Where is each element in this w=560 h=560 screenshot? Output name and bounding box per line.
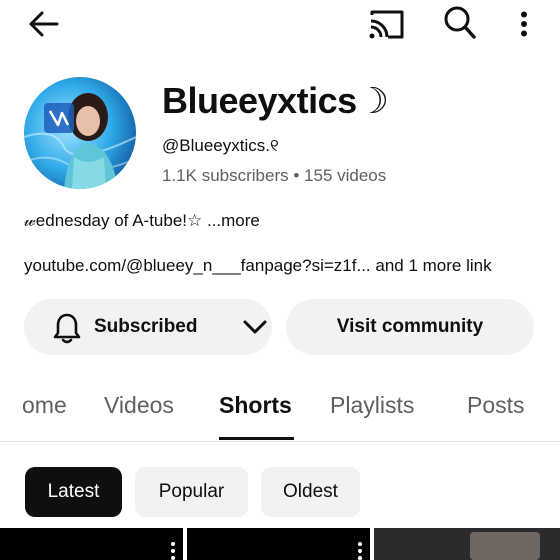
- subscribed-button[interactable]: Subscribed: [24, 299, 272, 355]
- tabs-divider: [0, 441, 560, 442]
- visit-community-button[interactable]: Visit community: [286, 299, 534, 355]
- channel-avatar[interactable]: [24, 77, 136, 189]
- stats-separator: •: [288, 166, 305, 185]
- active-tab-indicator: [219, 437, 294, 440]
- more-links[interactable]: and 1 more link: [371, 256, 491, 275]
- short-thumbnail[interactable]: [374, 528, 560, 560]
- short-thumbnail[interactable]: [187, 528, 370, 560]
- more-options-button[interactable]: [510, 4, 538, 44]
- description-more-link[interactable]: ...more: [202, 211, 260, 230]
- channel-handle: @Blueeyxtics.୧: [162, 136, 279, 155]
- description-text: 𝓌ednesday of A-tube!☆: [24, 211, 203, 230]
- tab-playlists[interactable]: Playlists: [330, 392, 414, 419]
- tab-posts[interactable]: Posts: [467, 392, 525, 419]
- filter-chip-oldest[interactable]: Oldest: [261, 467, 360, 517]
- top-app-bar: [0, 0, 560, 48]
- short-thumbnail[interactable]: [0, 528, 183, 560]
- channel-links[interactable]: youtube.com/@blueey_n___fanpage?si=z1f..…: [24, 256, 492, 276]
- chevron-down-icon: [243, 320, 267, 334]
- filter-chip-latest[interactable]: Latest: [25, 467, 122, 517]
- channel-description[interactable]: 𝓌ednesday of A-tube!☆ ...more: [24, 211, 260, 231]
- channel-stats: 1.1K subscribers • 155 videos: [162, 166, 386, 186]
- search-icon: [444, 6, 476, 39]
- thumbnail-image: [470, 532, 540, 560]
- more-vertical-icon[interactable]: [358, 542, 362, 560]
- arrow-left-icon: [29, 11, 59, 37]
- visit-community-label: Visit community: [336, 316, 484, 337]
- subscriber-count: 1.1K subscribers: [162, 166, 289, 185]
- filter-chip-popular[interactable]: Popular: [135, 467, 248, 517]
- tab-videos[interactable]: Videos: [104, 392, 174, 419]
- subscribed-label: Subscribed: [94, 316, 198, 337]
- more-vertical-icon: [521, 11, 527, 37]
- tab-shorts[interactable]: Shorts: [219, 392, 292, 419]
- channel-tabs: ome Videos Shorts Playlists Posts: [0, 380, 560, 442]
- cast-icon: [369, 10, 404, 39]
- video-count: 155 videos: [304, 166, 387, 185]
- bell-icon: [53, 313, 81, 344]
- channel-link[interactable]: youtube.com/@blueey_n___fanpage?si=z1f..…: [24, 256, 371, 275]
- cast-button[interactable]: [362, 4, 410, 44]
- search-button[interactable]: [438, 2, 482, 44]
- more-vertical-icon[interactable]: [171, 542, 175, 560]
- channel-name: Blueeyxtics☽: [162, 80, 389, 121]
- back-button[interactable]: [22, 4, 66, 44]
- tab-home[interactable]: ome: [22, 392, 67, 419]
